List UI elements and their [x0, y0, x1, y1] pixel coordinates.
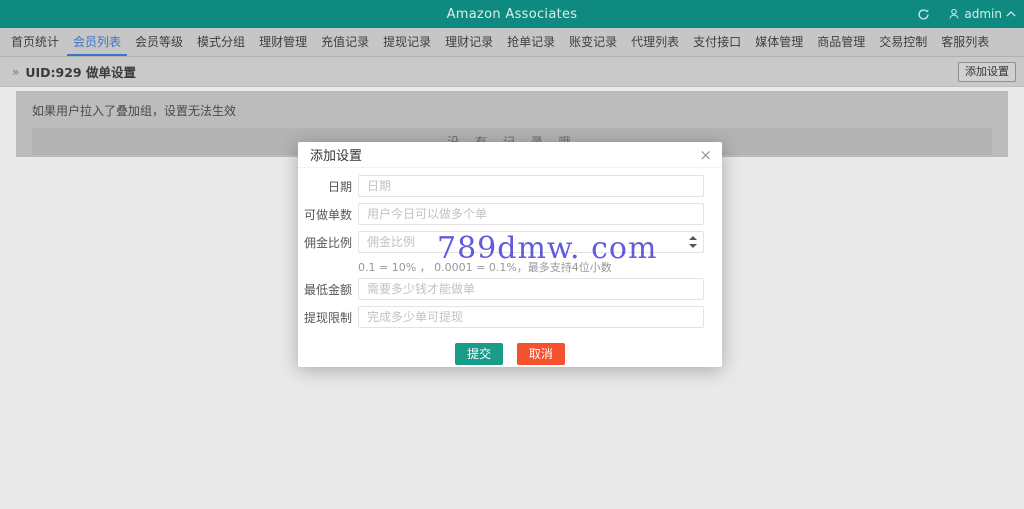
commission-rate-field-row: 佣金比例: [298, 231, 704, 253]
nav-item-6[interactable]: 充值记录: [315, 28, 375, 56]
nav-item-1[interactable]: 首页统计: [5, 28, 65, 56]
nav-item-9[interactable]: 抢单记录: [501, 28, 561, 56]
modal-header: 添加设置 ×: [298, 142, 722, 168]
settings-hint-text: 如果用户拉入了叠加组，设置无法生效: [32, 104, 237, 118]
nav-item-10[interactable]: 账变记录: [563, 28, 623, 56]
daily-orders-field-input-wrap: [358, 203, 704, 225]
nav-item-12[interactable]: 支付接口: [687, 28, 747, 56]
modal-form: 日期可做单数佣金比例 0.1 = 10% ， 0.0001 = 0.1%，最多支持…: [298, 168, 722, 328]
withdraw-limit-field-input[interactable]: [358, 306, 704, 328]
add-settings-modal: 添加设置 × 日期可做单数佣金比例 0.1 = 10% ， 0.0001 = 0.…: [298, 142, 722, 367]
nav-item-3[interactable]: 会员等级: [129, 28, 189, 56]
min-amount-field-label: 最低金额: [303, 282, 352, 297]
nav-item-5[interactable]: 理财管理: [253, 28, 313, 56]
nav-item-11[interactable]: 代理列表: [625, 28, 685, 56]
nav-item-8[interactable]: 理财记录: [439, 28, 499, 56]
chevron-up-icon: [1006, 11, 1016, 17]
submit-button[interactable]: 提交: [455, 343, 504, 365]
app-header: Amazon Associates admin: [0, 0, 1024, 28]
commission-rate-field-helper-text: 0.1 = 10% ， 0.0001 = 0.1%，最多支持4位小数: [358, 261, 612, 274]
number-spinner-icon[interactable]: [689, 236, 697, 248]
min-amount-field-input[interactable]: [358, 278, 704, 300]
commission-rate-field-input-wrap: [358, 231, 704, 253]
breadcrumb-bar: » UID:929 做单设置 添加设置: [0, 57, 1024, 87]
breadcrumb-arrow-icon: »: [12, 64, 20, 79]
commission-rate-field-label: 佣金比例: [303, 235, 352, 250]
date-field-input-wrap: [358, 175, 704, 197]
nav-item-4[interactable]: 模式分组: [191, 28, 251, 56]
cancel-button[interactable]: 取消: [516, 343, 565, 365]
nav-item-2[interactable]: 会员列表: [67, 28, 128, 56]
date-field-input[interactable]: [358, 175, 704, 197]
daily-orders-field-input[interactable]: [358, 203, 704, 225]
user-name: admin: [964, 7, 1002, 21]
app-title: Amazon Associates: [446, 6, 578, 22]
user-menu[interactable]: admin: [948, 7, 1016, 21]
date-field-row: 日期: [298, 175, 704, 197]
min-amount-field-input-wrap: [358, 278, 704, 300]
person-icon: [949, 8, 960, 19]
withdraw-limit-field-input-wrap: [358, 306, 704, 328]
header-right-controls: admin: [917, 0, 1016, 28]
add-settings-button[interactable]: 添加设置: [958, 62, 1016, 82]
commission-rate-field-input[interactable]: [358, 231, 704, 253]
daily-orders-field-label: 可做单数: [303, 207, 352, 222]
withdraw-limit-field-label: 提现限制: [303, 310, 352, 325]
date-field-label: 日期: [327, 179, 352, 194]
nav-item-14[interactable]: 商品管理: [811, 28, 871, 56]
modal-footer: 提交 取消: [298, 343, 722, 365]
close-icon[interactable]: ×: [699, 146, 712, 164]
nav-item-13[interactable]: 媒体管理: [749, 28, 809, 56]
refresh-icon[interactable]: [917, 8, 930, 21]
daily-orders-field-row: 可做单数: [298, 203, 704, 225]
modal-title: 添加设置: [310, 149, 363, 164]
min-amount-field-row: 最低金额: [298, 278, 704, 300]
nav-item-15[interactable]: 交易控制: [873, 28, 933, 56]
nav-item-7[interactable]: 提现记录: [377, 28, 437, 56]
main-nav: 首页统计 会员列表 会员等级 模式分组 理财管理 充值记录 提现记录 理财记录 抢单记录 账变记录…: [0, 28, 1024, 57]
breadcrumb: UID:929 做单设置: [25, 65, 136, 80]
withdraw-limit-field-row: 提现限制: [298, 306, 704, 328]
nav-item-16[interactable]: 客服列表: [935, 28, 995, 56]
